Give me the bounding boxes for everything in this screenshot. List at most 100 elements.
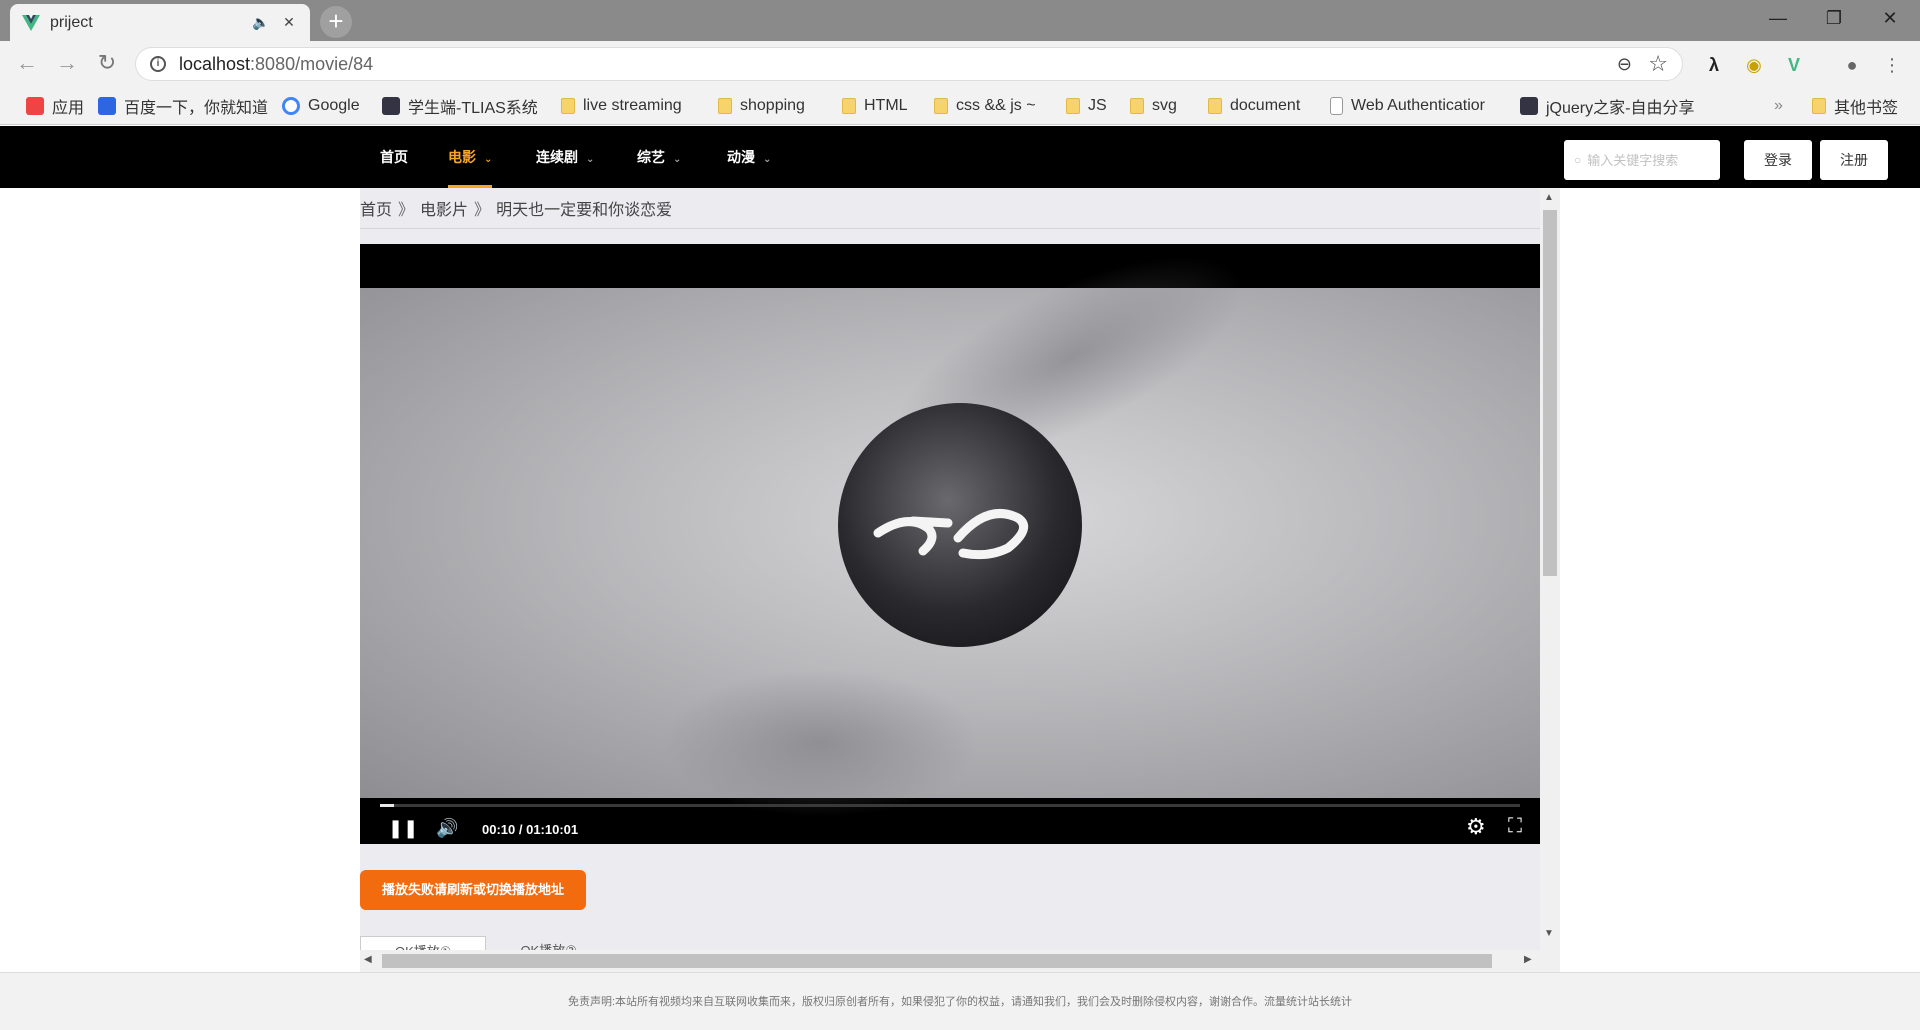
scroll-right-icon[interactable]: ▶ xyxy=(1524,954,1532,965)
progress-bar[interactable] xyxy=(380,804,1520,807)
forward-icon[interactable]: → xyxy=(52,49,82,79)
new-tab-button[interactable]: + xyxy=(320,6,352,38)
pause-icon[interactable]: ❚❚ xyxy=(388,818,418,839)
zoom-icon[interactable]: ⊖ xyxy=(1617,54,1632,75)
bookmark-label: jQuery之家-自由分享 xyxy=(1546,100,1695,117)
tab-close-icon[interactable]: ✕ xyxy=(280,14,298,31)
bookmark-label: svg xyxy=(1152,97,1177,114)
bookmark-label: document xyxy=(1230,97,1301,114)
folder-icon xyxy=(1812,98,1826,114)
bookmark-item[interactable]: shopping xyxy=(718,95,805,117)
folder-icon xyxy=(842,98,856,114)
folder-icon xyxy=(1066,98,1080,114)
video-title-disc xyxy=(838,403,1082,647)
breadcrumb-separator: 》 xyxy=(474,202,491,219)
breadcrumb-current: 明天也一定要和你谈恋爱 xyxy=(496,202,673,219)
baidu-icon xyxy=(98,97,116,115)
vertical-scrollbar[interactable]: ▲ ▼ xyxy=(1540,188,1560,972)
back-icon[interactable]: ← xyxy=(12,49,42,79)
search-input[interactable] xyxy=(1587,152,1708,168)
extension-icon[interactable]: ◉ xyxy=(1742,55,1766,76)
video-frame[interactable] xyxy=(360,244,1540,818)
bookmark-item[interactable]: svg xyxy=(1130,95,1177,117)
chevron-down-icon: ⌄ xyxy=(586,154,595,165)
bookmark-label: JS xyxy=(1088,97,1107,114)
address-bar[interactable]: i localhost:8080/movie/84 ⊖ ☆ xyxy=(135,47,1683,81)
breadcrumb-category[interactable]: 电影片 xyxy=(420,196,468,220)
restore-icon[interactable]: ❐ xyxy=(1806,0,1862,38)
bookmark-label: HTML xyxy=(864,97,908,114)
nav-item-label: 连续剧 xyxy=(536,149,578,165)
bookmark-label: 应用 xyxy=(52,100,85,117)
bookmark-label: 百度一下，你就知道 xyxy=(124,100,269,117)
other-bookmarks[interactable]: 其他书签 xyxy=(1812,95,1898,117)
bookmark-item[interactable]: 学生端-TLIAS系统 xyxy=(382,95,538,117)
video-player[interactable]: ❚❚ 🔊 00:10 / 01:10:01 ⚙ ⛶ xyxy=(360,244,1540,844)
breadcrumb-home[interactable]: 首页 xyxy=(360,196,392,220)
nav-item[interactable]: 连续剧 ⌄ xyxy=(536,126,594,188)
login-button[interactable]: 登录 xyxy=(1744,140,1812,180)
bookmark-item[interactable]: Web Authenticatior xyxy=(1330,95,1485,117)
search-box[interactable]: ○ xyxy=(1564,140,1720,180)
bookmark-label: live streaming xyxy=(583,97,682,114)
bookmark-label: css && js ~ xyxy=(956,97,1036,114)
scrollbar-thumb[interactable] xyxy=(382,954,1492,968)
lambda-extension-icon[interactable]: λ xyxy=(1702,55,1726,76)
minimize-icon[interactable]: — xyxy=(1750,0,1806,38)
google-icon xyxy=(282,97,300,115)
site-icon xyxy=(382,97,400,115)
bookmark-item[interactable]: JS xyxy=(1066,95,1107,117)
folder-icon xyxy=(1130,98,1144,114)
folder-icon xyxy=(561,98,575,114)
apps-icon xyxy=(26,97,44,115)
nav-item-label: 首页 xyxy=(380,149,408,165)
bookmark-label: shopping xyxy=(740,97,805,114)
register-button[interactable]: 注册 xyxy=(1820,140,1888,180)
bookmark-item[interactable]: HTML xyxy=(842,95,908,117)
fullscreen-icon[interactable]: ⛶ xyxy=(1508,815,1522,838)
tab-audio-icon[interactable]: 🔈 xyxy=(252,14,270,31)
settings-gear-icon[interactable]: ⚙ xyxy=(1466,814,1486,840)
scroll-up-icon[interactable]: ▲ xyxy=(1544,192,1554,203)
bookmark-item[interactable]: css && js ~ xyxy=(934,95,1036,117)
main-column: 首页 》 电影片 》 明天也一定要和你谈恋爱 ❚❚ 🔊 00:10 / 01:1… xyxy=(360,188,1560,972)
browser-tab[interactable]: priject 🔈 ✕ xyxy=(10,4,310,41)
page-icon xyxy=(1330,97,1343,115)
breadcrumb-separator: 》 xyxy=(398,202,415,219)
nav-item[interactable]: 动漫 ⌄ xyxy=(727,126,771,188)
vue-favicon-icon xyxy=(22,14,40,32)
nav-item[interactable]: 电影 ⌄ xyxy=(448,126,493,188)
nav-item[interactable]: 首页 xyxy=(380,126,408,188)
menu-icon[interactable]: ⋮ xyxy=(1880,55,1904,76)
bookmark-item[interactable]: jQuery之家-自由分享 xyxy=(1520,95,1694,117)
bookmark-item[interactable]: 应用 xyxy=(26,95,84,117)
url-text: localhost:8080/movie/84 xyxy=(179,54,374,74)
reload-icon[interactable]: ↻ xyxy=(92,49,122,79)
horizontal-scrollbar[interactable]: ◀ ▶ xyxy=(360,950,1540,972)
site-info-icon[interactable]: i xyxy=(150,56,166,72)
bookmark-star-icon[interactable]: ☆ xyxy=(1648,51,1668,77)
scroll-left-icon[interactable]: ◀ xyxy=(364,954,372,965)
nav-item-label: 电影 xyxy=(448,149,476,165)
browser-toolbar: ← → ↻ i localhost:8080/movie/84 ⊖ ☆ λ ◉ … xyxy=(0,41,1920,87)
scroll-down-icon[interactable]: ▼ xyxy=(1544,928,1554,939)
vue-devtools-icon[interactable]: V xyxy=(1782,55,1806,76)
volume-icon[interactable]: 🔊 xyxy=(436,818,458,839)
bookmark-item[interactable]: live streaming xyxy=(561,95,682,117)
bookmarks-overflow-icon[interactable]: » xyxy=(1774,95,1783,117)
breadcrumb-divider xyxy=(360,228,1540,229)
bookmark-item[interactable]: document xyxy=(1208,95,1300,117)
browser-tab-strip: priject 🔈 ✕ + — ❐ ✕ xyxy=(0,0,1920,41)
close-window-icon[interactable]: ✕ xyxy=(1862,0,1918,38)
page-content: 首页 》 电影片 》 明天也一定要和你谈恋爱 ❚❚ 🔊 00:10 / 01:1… xyxy=(0,188,1920,972)
nav-item[interactable]: 综艺 ⌄ xyxy=(637,126,681,188)
search-icon: ○ xyxy=(1574,153,1582,167)
bookmark-item[interactable]: 百度一下，你就知道 xyxy=(98,95,268,117)
scrollbar-thumb[interactable] xyxy=(1543,210,1557,576)
progress-fill xyxy=(380,804,394,807)
bookmark-item[interactable]: Google xyxy=(282,95,360,117)
profile-icon[interactable]: ● xyxy=(1840,55,1864,76)
breadcrumb: 首页 》 电影片 》 明天也一定要和你谈恋爱 xyxy=(360,196,672,220)
play-fail-button[interactable]: 播放失败请刷新或切换播放地址 xyxy=(360,870,586,910)
nav-item-label: 动漫 xyxy=(727,149,755,165)
